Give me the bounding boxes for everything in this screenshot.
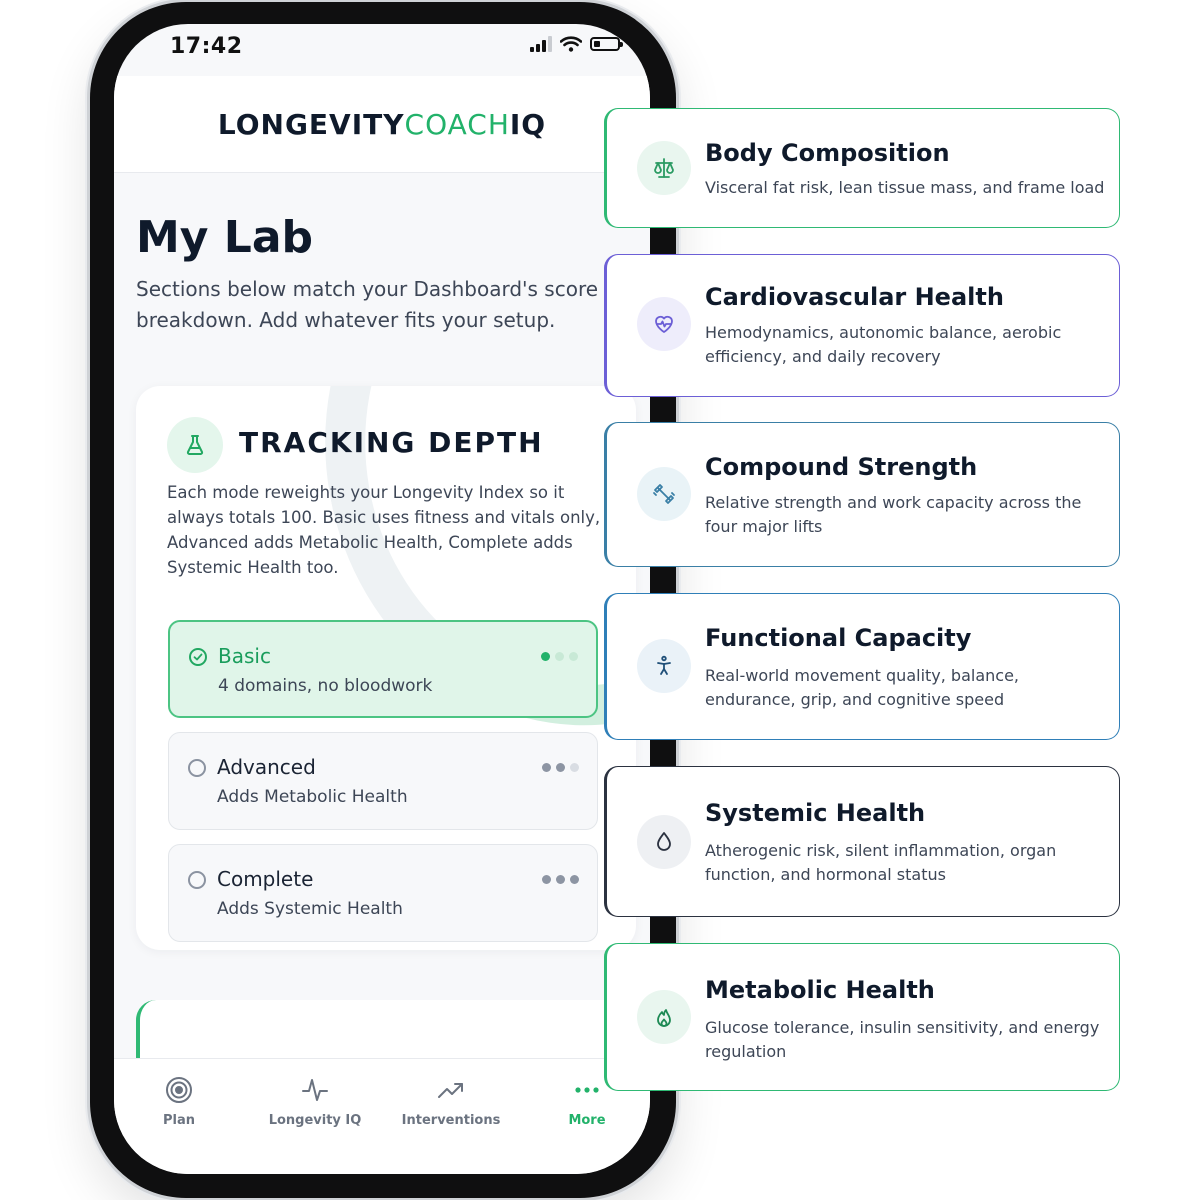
feature-title: Metabolic Health xyxy=(705,976,935,1004)
cellular-signal-icon xyxy=(530,36,552,52)
mode-description: 4 domains, no bloodwork xyxy=(218,676,433,696)
depth-level-indicator xyxy=(542,875,579,884)
trend-up-icon xyxy=(386,1075,516,1105)
tracking-depth-card: TRACKING DEPTH Each mode reweights your … xyxy=(136,386,636,950)
droplet-icon xyxy=(637,815,691,869)
tab-longevity-iq[interactable]: Longevity IQ xyxy=(250,1075,380,1128)
page-subtitle: Sections below match your Dashboard's sc… xyxy=(136,277,599,332)
tracking-depth-title: TRACKING DEPTH xyxy=(239,426,544,459)
bottom-tab-bar: Plan Longevity IQ Interventions More xyxy=(114,1058,650,1174)
feature-description: Atherogenic risk, silent inflammation, o… xyxy=(705,841,1057,884)
tab-label: Longevity IQ xyxy=(268,1113,362,1128)
feature-card-cardiovascular-health[interactable]: Cardiovascular Health Hemodynamics, auto… xyxy=(604,254,1120,397)
feature-card-body-composition[interactable]: Body Composition Visceral fat risk, lean… xyxy=(604,108,1120,228)
feature-card-functional-capacity[interactable]: Functional Capacity Real-world movement … xyxy=(604,593,1120,740)
person-icon xyxy=(637,639,691,693)
wifi-icon xyxy=(560,36,582,52)
flask-icon xyxy=(167,417,223,473)
depth-level-indicator xyxy=(541,652,578,661)
feature-description: Hemodynamics, autonomic balance, aerobic… xyxy=(705,323,1062,366)
feature-description: Real-world movement quality, balance, en… xyxy=(705,666,1020,709)
flame-icon xyxy=(637,990,691,1044)
status-time: 17:42 xyxy=(170,34,243,59)
pulse-icon xyxy=(250,1075,380,1105)
feature-description: Relative strength and work capacity acro… xyxy=(705,493,1082,536)
feature-title: Functional Capacity xyxy=(705,624,972,652)
app-header: LONGEVITYCOACHIQ xyxy=(114,76,650,173)
mode-option-complete[interactable]: Complete Adds Systemic Health xyxy=(168,844,598,942)
tab-label: Plan xyxy=(162,1113,195,1128)
feature-title: Systemic Health xyxy=(705,799,926,827)
feature-card-metabolic-health[interactable]: Metabolic Health Glucose tolerance, insu… xyxy=(604,943,1120,1091)
feature-description: Visceral fat risk, lean tissue mass, and… xyxy=(705,178,1105,197)
feature-card-systemic-health[interactable]: Systemic Health Atherogenic risk, silent… xyxy=(604,766,1120,917)
radio-unchecked-icon xyxy=(188,759,206,777)
mode-name: Advanced xyxy=(217,755,316,779)
heart-pulse-icon xyxy=(637,297,691,351)
tab-plan[interactable]: Plan xyxy=(114,1075,244,1128)
phone-screen: 17:42 LONGEVITYCOACHIQ My Lab Sections b… xyxy=(114,24,650,1174)
radio-unchecked-icon xyxy=(188,871,206,889)
tab-label: Interventions xyxy=(401,1113,501,1128)
tracking-depth-description: Each mode reweights your Longevity Index… xyxy=(167,483,601,577)
depth-level-indicator xyxy=(542,763,579,772)
mode-option-advanced[interactable]: Advanced Adds Metabolic Health xyxy=(168,732,598,830)
feature-card-compound-strength[interactable]: Compound Strength Relative strength and … xyxy=(604,422,1120,567)
feature-description: Glucose tolerance, insulin sensitivity, … xyxy=(705,1018,1100,1061)
dumbbell-icon xyxy=(637,467,691,521)
feature-title: Cardiovascular Health xyxy=(705,283,1004,311)
mode-name: Basic xyxy=(218,644,271,668)
tab-interventions[interactable]: Interventions xyxy=(386,1075,516,1128)
page-title: My Lab xyxy=(136,212,314,263)
mode-description: Adds Metabolic Health xyxy=(217,787,408,807)
mode-name: Complete xyxy=(217,867,314,891)
feature-title: Body Composition xyxy=(705,139,950,167)
tab-label: More xyxy=(568,1113,606,1128)
mode-description: Adds Systemic Health xyxy=(217,899,403,919)
scale-icon xyxy=(637,141,691,195)
status-icons xyxy=(530,36,623,52)
battery-icon xyxy=(590,37,623,51)
mode-option-basic[interactable]: Basic 4 domains, no bloodwork xyxy=(168,620,598,718)
status-bar: 17:42 xyxy=(114,24,650,76)
brand-logo: LONGEVITYCOACHIQ xyxy=(217,108,547,141)
target-icon xyxy=(114,1075,244,1105)
feature-title: Compound Strength xyxy=(705,453,978,481)
radio-checked-icon xyxy=(189,648,207,666)
